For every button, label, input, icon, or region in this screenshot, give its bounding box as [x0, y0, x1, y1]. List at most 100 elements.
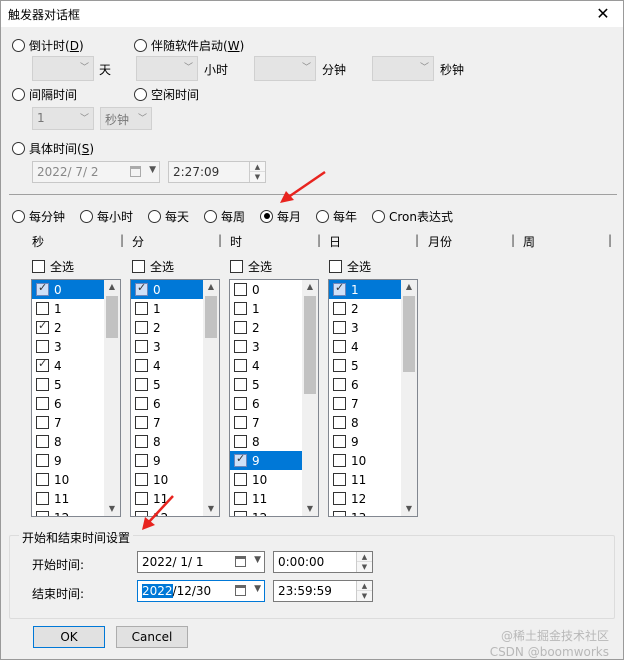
radio-idle[interactable]: 空闲时间 — [134, 85, 199, 103]
spin-down-icon[interactable]: ▼ — [250, 172, 265, 182]
specific-date-picker[interactable]: 2022/ 7/ 2 ▼ — [32, 161, 160, 183]
list-item[interactable]: 1 — [329, 280, 402, 299]
countdown-day-combo[interactable]: ﹀ — [32, 56, 94, 81]
list-item[interactable]: 4 — [329, 337, 402, 356]
end-date-picker[interactable]: 2022/12/30 ▼ — [137, 580, 265, 602]
checkbox[interactable] — [36, 357, 49, 372]
list-item[interactable]: 6 — [230, 394, 303, 413]
freq-per-week[interactable]: 每周 — [204, 207, 245, 225]
list-item[interactable]: 4 — [32, 356, 105, 375]
checkbox[interactable] — [135, 435, 148, 448]
checkbox[interactable] — [333, 454, 346, 467]
checkbox[interactable] — [234, 378, 247, 391]
checkbox[interactable] — [36, 378, 49, 391]
ok-button[interactable]: OK — [33, 626, 105, 648]
checkbox[interactable] — [234, 492, 247, 505]
spin-up-icon[interactable]: ▲ — [357, 552, 372, 562]
checkbox[interactable] — [234, 340, 247, 353]
checkbox[interactable] — [333, 321, 346, 334]
list-item[interactable]: 4 — [230, 356, 303, 375]
list-item[interactable]: 10 — [329, 451, 402, 470]
interval-value-combo[interactable]: 1 ﹀ — [32, 107, 94, 130]
list-item[interactable]: 3 — [329, 318, 402, 337]
seconds-checklist[interactable]: 0123456789101112 ▲ ▼ — [31, 279, 121, 517]
specific-time-spinner[interactable]: 2:27:09 ▲ ▼ — [168, 161, 266, 183]
checkbox[interactable] — [36, 397, 49, 410]
checkbox[interactable] — [234, 452, 247, 467]
checkbox[interactable] — [135, 378, 148, 391]
checkbox[interactable] — [135, 359, 148, 372]
list-item[interactable]: 11 — [329, 470, 402, 489]
select-all-hours[interactable]: 全选 — [230, 258, 272, 275]
checkbox[interactable] — [135, 473, 148, 486]
checkbox[interactable] — [36, 340, 49, 353]
checkbox[interactable] — [36, 281, 49, 296]
end-time-spinner[interactable]: 23:59:59 ▲ ▼ — [273, 580, 373, 602]
checkbox[interactable] — [234, 302, 247, 315]
checkbox[interactable] — [333, 435, 346, 448]
days-checklist[interactable]: 12345678910111213 ▲ ▼ — [328, 279, 418, 517]
freq-cron[interactable]: Cron表达式 — [372, 207, 453, 225]
checkbox[interactable] — [230, 260, 243, 273]
checkbox[interactable] — [234, 435, 247, 448]
scroll-down-icon[interactable]: ▼ — [401, 502, 417, 516]
spin-up-icon[interactable]: ▲ — [250, 162, 265, 172]
checkbox[interactable] — [36, 511, 49, 516]
list-item[interactable]: 3 — [32, 337, 105, 356]
list-item[interactable]: 9 — [230, 451, 303, 470]
checkbox[interactable] — [333, 397, 346, 410]
list-item[interactable]: 3 — [230, 337, 303, 356]
checkbox[interactable] — [36, 435, 49, 448]
start-time-spinner[interactable]: 0:00:00 ▲ ▼ — [273, 551, 373, 573]
scroll-up-icon[interactable]: ▲ — [302, 280, 318, 294]
checkbox[interactable] — [333, 302, 346, 315]
list-item[interactable]: 5 — [32, 375, 105, 394]
select-all-days[interactable]: 全选 — [329, 258, 371, 275]
list-item[interactable]: 13 — [329, 508, 402, 516]
radio-startup[interactable]: 伴随软件启动(W) — [134, 36, 244, 54]
checkbox[interactable] — [36, 473, 49, 486]
list-item[interactable]: 8 — [131, 432, 204, 451]
checkbox[interactable] — [132, 260, 145, 273]
freq-per-minute[interactable]: 每分钟 — [12, 207, 65, 225]
list-item[interactable]: 8 — [329, 413, 402, 432]
list-item[interactable]: 9 — [32, 451, 105, 470]
checkbox[interactable] — [36, 416, 49, 429]
list-item[interactable]: 6 — [131, 394, 204, 413]
checkbox[interactable] — [333, 416, 346, 429]
list-item[interactable]: 3 — [131, 337, 204, 356]
list-item[interactable]: 11 — [32, 489, 105, 508]
list-item[interactable]: 8 — [230, 432, 303, 451]
list-item[interactable]: 2 — [131, 318, 204, 337]
list-item[interactable]: 10 — [230, 470, 303, 489]
list-item[interactable]: 7 — [131, 413, 204, 432]
checkbox[interactable] — [333, 281, 346, 296]
spin-down-icon[interactable]: ▼ — [357, 562, 372, 572]
checkbox[interactable] — [234, 473, 247, 486]
checkbox[interactable] — [32, 260, 45, 273]
list-item[interactable]: 2 — [32, 318, 105, 337]
checkbox[interactable] — [135, 321, 148, 334]
list-item[interactable]: 0 — [230, 280, 303, 299]
scroll-thumb[interactable] — [106, 296, 118, 338]
checkbox[interactable] — [329, 260, 342, 273]
time-spin-buttons[interactable]: ▲ ▼ — [356, 581, 372, 601]
interval-unit-combo[interactable]: 秒钟 ﹀ — [100, 107, 152, 130]
list-item[interactable]: 1 — [32, 299, 105, 318]
checkbox[interactable] — [234, 397, 247, 410]
list-item[interactable]: 2 — [230, 318, 303, 337]
radio-countdown[interactable]: 倒计时(D) — [12, 36, 84, 54]
days-scrollbar[interactable]: ▲ ▼ — [401, 280, 417, 516]
time-spin-buttons[interactable]: ▲ ▼ — [356, 552, 372, 572]
checkbox[interactable] — [36, 302, 49, 315]
list-item[interactable]: 1 — [230, 299, 303, 318]
minutes-scrollbar[interactable]: ▲ ▼ — [203, 280, 219, 516]
seconds-scrollbar[interactable]: ▲ ▼ — [104, 280, 120, 516]
checkbox[interactable] — [333, 359, 346, 372]
freq-per-hour[interactable]: 每小时 — [80, 207, 133, 225]
checkbox[interactable] — [234, 416, 247, 429]
checkbox[interactable] — [234, 511, 247, 516]
list-item[interactable]: 12 — [329, 489, 402, 508]
list-item[interactable]: 5 — [230, 375, 303, 394]
list-item[interactable]: 4 — [131, 356, 204, 375]
